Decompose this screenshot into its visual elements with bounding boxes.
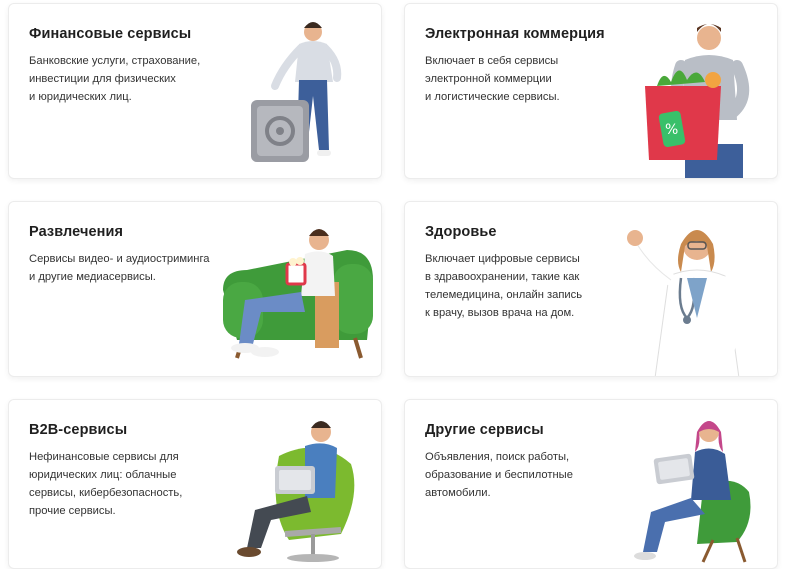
- card-description: Банковские услуги, страхование, инвестиц…: [29, 55, 201, 103]
- woman-with-laptop-in-chair-icon: [634, 421, 751, 563]
- person-with-shopping-bag-icon: %: [645, 24, 749, 178]
- card-financial-services[interactable]: Финансовые сервисы Банковские услуги, ст…: [8, 3, 382, 179]
- svg-text:%: %: [665, 122, 678, 138]
- services-grid: Финансовые сервисы Банковские услуги, ст…: [0, 0, 788, 569]
- card-b2b-services[interactable]: B2B-сервисы Нефинансовые сервисы для юри…: [8, 399, 382, 569]
- card-title: B2B-сервисы: [29, 422, 128, 438]
- card-title: Развлечения: [29, 224, 124, 240]
- person-with-laptop-in-chair-icon: [237, 421, 355, 562]
- card-ecommerce[interactable]: Электронная коммерция Включает в себя се…: [404, 3, 778, 179]
- card-description: Объявления, поиск работы, образование и …: [425, 451, 573, 499]
- person-in-armchair-with-popcorn-icon: [223, 229, 373, 359]
- card-description: Нефинансовые сервисы для юридических лиц…: [29, 451, 183, 517]
- card-title: Другие сервисы: [425, 422, 544, 438]
- card-title: Здоровье: [425, 224, 497, 240]
- card-entertainment[interactable]: Развлечения Сервисы видео- и аудиострими…: [8, 201, 382, 377]
- card-other-services[interactable]: Другие сервисы Объявления, поиск работы,…: [404, 399, 778, 569]
- card-description: Включает цифровые сервисы в здравоохране…: [425, 253, 583, 319]
- doctor-icon: [627, 230, 741, 376]
- card-health[interactable]: Здоровье Включает цифровые сервисы в здр…: [404, 201, 778, 377]
- person-with-safe-icon: [251, 22, 342, 162]
- card-title: Электронная коммерция: [425, 26, 605, 42]
- card-description: Включает в себя сервисы электронной комм…: [425, 55, 560, 103]
- card-description: Сервисы видео- и аудиостриминга и другие…: [29, 253, 210, 283]
- card-title: Финансовые сервисы: [29, 26, 192, 42]
